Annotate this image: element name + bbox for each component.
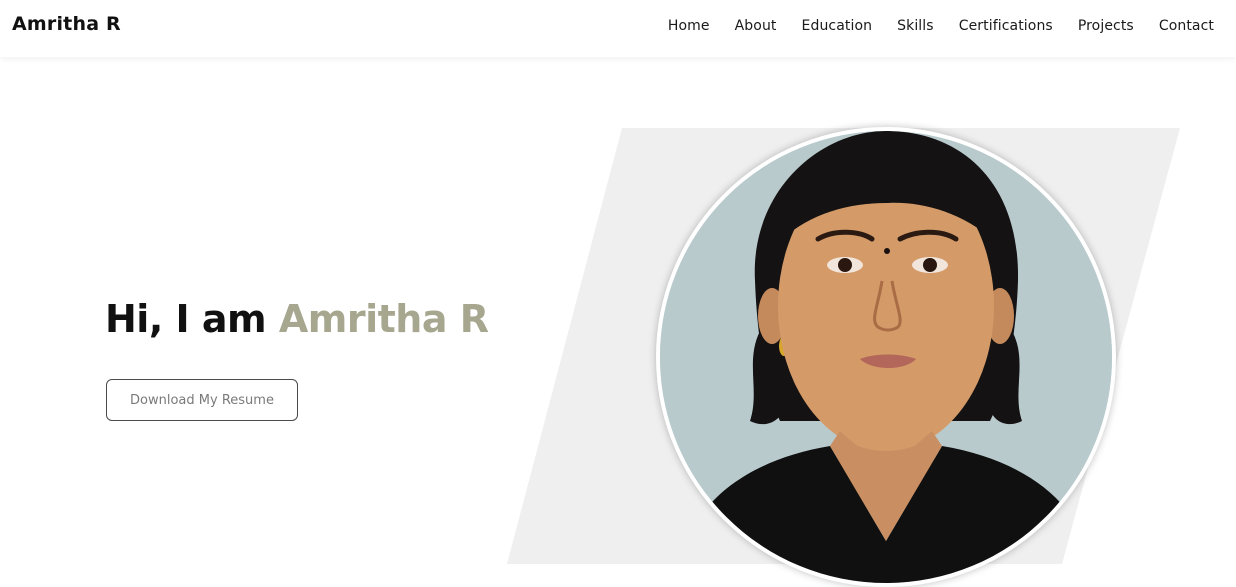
portrait-illustration bbox=[660, 131, 1112, 583]
nav-link-projects[interactable]: Projects bbox=[1078, 18, 1134, 34]
profile-photo bbox=[656, 127, 1116, 587]
hero-greeting: Hi, I am bbox=[105, 297, 279, 341]
nav-link-skills[interactable]: Skills bbox=[897, 18, 934, 34]
hero-heading: Hi, I am Amritha R bbox=[105, 297, 489, 341]
navbar: Amritha R Home About Education Skills Ce… bbox=[0, 0, 1236, 57]
nav-links: Home About Education Skills Certificatio… bbox=[668, 18, 1214, 34]
hero-section: Hi, I am Amritha R Download My Resume bbox=[0, 57, 1236, 587]
hero-name: Amritha R bbox=[278, 297, 489, 341]
nav-link-certifications[interactable]: Certifications bbox=[959, 18, 1053, 34]
brand-logo[interactable]: Amritha R bbox=[12, 13, 121, 35]
nav-link-contact[interactable]: Contact bbox=[1159, 18, 1214, 34]
nav-link-about[interactable]: About bbox=[735, 18, 777, 34]
nav-link-home[interactable]: Home bbox=[668, 18, 710, 34]
download-resume-button[interactable]: Download My Resume bbox=[106, 379, 298, 421]
nav-link-education[interactable]: Education bbox=[802, 18, 873, 34]
